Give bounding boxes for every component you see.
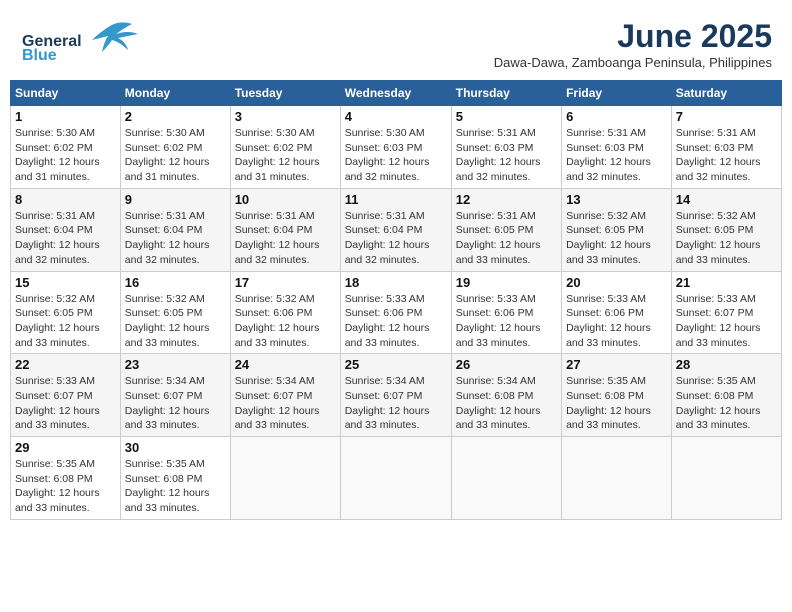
day-21: 21 Sunrise: 5:33 AM Sunset: 6:07 PM Dayl… [671, 271, 781, 354]
empty-cell-5 [671, 437, 781, 520]
logo-text: General Blue [20, 18, 140, 67]
day-26: 26 Sunrise: 5:34 AM Sunset: 6:08 PM Dayl… [451, 354, 561, 437]
day-4: 4 Sunrise: 5:30 AM Sunset: 6:03 PM Dayli… [340, 106, 451, 189]
day-6: 6 Sunrise: 5:31 AM Sunset: 6:03 PM Dayli… [562, 106, 672, 189]
day-11: 11 Sunrise: 5:31 AM Sunset: 6:04 PM Dayl… [340, 188, 451, 271]
day-25: 25 Sunrise: 5:34 AM Sunset: 6:07 PM Dayl… [340, 354, 451, 437]
day-9: 9 Sunrise: 5:31 AM Sunset: 6:04 PM Dayli… [120, 188, 230, 271]
calendar-header-row: Sunday Monday Tuesday Wednesday Thursday… [11, 81, 782, 106]
day-29: 29 Sunrise: 5:35 AM Sunset: 6:08 PM Dayl… [11, 437, 121, 520]
header-sunday: Sunday [11, 81, 121, 106]
week-row-3: 15 Sunrise: 5:32 AM Sunset: 6:05 PM Dayl… [11, 271, 782, 354]
day-17: 17 Sunrise: 5:32 AM Sunset: 6:06 PM Dayl… [230, 271, 340, 354]
logo: General Blue [20, 18, 140, 67]
day-3: 3 Sunrise: 5:30 AM Sunset: 6:02 PM Dayli… [230, 106, 340, 189]
day-7: 7 Sunrise: 5:31 AM Sunset: 6:03 PM Dayli… [671, 106, 781, 189]
week-row-1: 1 Sunrise: 5:30 AM Sunset: 6:02 PM Dayli… [11, 106, 782, 189]
day-10: 10 Sunrise: 5:31 AM Sunset: 6:04 PM Dayl… [230, 188, 340, 271]
calendar-title: June 2025 [494, 18, 772, 55]
day-1: 1 Sunrise: 5:30 AM Sunset: 6:02 PM Dayli… [11, 106, 121, 189]
day-28: 28 Sunrise: 5:35 AM Sunset: 6:08 PM Dayl… [671, 354, 781, 437]
header-tuesday: Tuesday [230, 81, 340, 106]
day-12: 12 Sunrise: 5:31 AM Sunset: 6:05 PM Dayl… [451, 188, 561, 271]
title-area: June 2025 Dawa-Dawa, Zamboanga Peninsula… [494, 18, 772, 70]
day-22: 22 Sunrise: 5:33 AM Sunset: 6:07 PM Dayl… [11, 354, 121, 437]
day-19: 19 Sunrise: 5:33 AM Sunset: 6:06 PM Dayl… [451, 271, 561, 354]
day-27: 27 Sunrise: 5:35 AM Sunset: 6:08 PM Dayl… [562, 354, 672, 437]
day-14: 14 Sunrise: 5:32 AM Sunset: 6:05 PM Dayl… [671, 188, 781, 271]
day-2: 2 Sunrise: 5:30 AM Sunset: 6:02 PM Dayli… [120, 106, 230, 189]
day-13: 13 Sunrise: 5:32 AM Sunset: 6:05 PM Dayl… [562, 188, 672, 271]
header-thursday: Thursday [451, 81, 561, 106]
day-20: 20 Sunrise: 5:33 AM Sunset: 6:06 PM Dayl… [562, 271, 672, 354]
day-30: 30 Sunrise: 5:35 AM Sunset: 6:08 PM Dayl… [120, 437, 230, 520]
empty-cell-2 [340, 437, 451, 520]
empty-cell-1 [230, 437, 340, 520]
week-row-4: 22 Sunrise: 5:33 AM Sunset: 6:07 PM Dayl… [11, 354, 782, 437]
day-5: 5 Sunrise: 5:31 AM Sunset: 6:03 PM Dayli… [451, 106, 561, 189]
day-16: 16 Sunrise: 5:32 AM Sunset: 6:05 PM Dayl… [120, 271, 230, 354]
day-24: 24 Sunrise: 5:34 AM Sunset: 6:07 PM Dayl… [230, 354, 340, 437]
header: General Blue June 2025 Dawa-Dawa, Zamboa… [10, 10, 782, 74]
header-monday: Monday [120, 81, 230, 106]
day-18: 18 Sunrise: 5:33 AM Sunset: 6:06 PM Dayl… [340, 271, 451, 354]
empty-cell-4 [562, 437, 672, 520]
header-friday: Friday [562, 81, 672, 106]
day-23: 23 Sunrise: 5:34 AM Sunset: 6:07 PM Dayl… [120, 354, 230, 437]
day-8: 8 Sunrise: 5:31 AM Sunset: 6:04 PM Dayli… [11, 188, 121, 271]
svg-text:Blue: Blue [22, 47, 57, 62]
header-wednesday: Wednesday [340, 81, 451, 106]
empty-cell-3 [451, 437, 561, 520]
calendar-subtitle: Dawa-Dawa, Zamboanga Peninsula, Philippi… [494, 55, 772, 70]
header-saturday: Saturday [671, 81, 781, 106]
calendar-table: Sunday Monday Tuesday Wednesday Thursday… [10, 80, 782, 520]
week-row-5: 29 Sunrise: 5:35 AM Sunset: 6:08 PM Dayl… [11, 437, 782, 520]
day-15: 15 Sunrise: 5:32 AM Sunset: 6:05 PM Dayl… [11, 271, 121, 354]
week-row-2: 8 Sunrise: 5:31 AM Sunset: 6:04 PM Dayli… [11, 188, 782, 271]
